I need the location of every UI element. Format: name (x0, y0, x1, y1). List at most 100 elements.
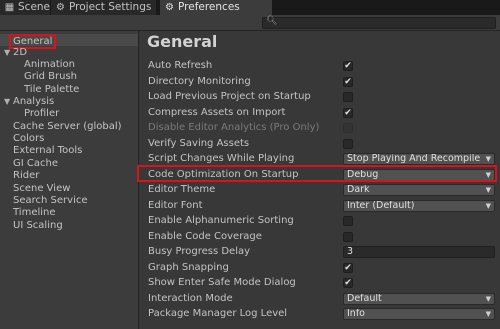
sidebar-item-animation[interactable]: Animation (0, 59, 138, 71)
sidebar-item-2d[interactable]: ▼ 2D (0, 47, 138, 59)
sidebar-item-label: 2D (13, 47, 28, 58)
setting-label: Enable Code Coverage (148, 231, 262, 242)
sidebar-item-external-tools[interactable]: External Tools (0, 145, 138, 157)
expand-arrow-icon[interactable]: ▼ (4, 96, 10, 108)
sidebar-item-label: Search Service (13, 195, 88, 206)
code-coverage-checkbox[interactable] (343, 232, 353, 242)
sidebar-item-analysis[interactable]: ▼ Analysis (0, 96, 138, 108)
tab-scene[interactable]: ▦ Scene (0, 0, 50, 15)
setting-label: Package Manager Log Level (148, 308, 288, 319)
expand-arrow-icon[interactable]: ▼ (4, 47, 10, 59)
dropdown-value: Default (347, 293, 382, 304)
page-title: General (147, 32, 218, 51)
sidebar-item-label: Animation (24, 59, 75, 70)
setting-label: Code Optimization On Startup (148, 169, 299, 180)
interaction-mode-dropdown[interactable]: Default ▼ (343, 293, 495, 305)
sidebar-item-rider[interactable]: Rider (0, 170, 138, 182)
setting-label: Directory Monitoring (148, 76, 251, 87)
setting-label: Enable Alphanumeric Sorting (148, 215, 294, 226)
sidebar-item-label: UI Scaling (13, 220, 63, 231)
chevron-down-icon: ▼ (485, 186, 491, 194)
compress-assets-checkbox[interactable]: ✔ (343, 108, 353, 118)
setting-directory-monitoring: Directory Monitoring ✔ (140, 75, 500, 90)
tab-preferences[interactable]: ⚙ Preferences (160, 0, 272, 15)
sidebar-item-label: Scene View (13, 183, 71, 194)
sidebar-item-label: External Tools (13, 145, 83, 156)
dropdown-value: Dark (347, 184, 370, 195)
sidebar-item-search-service[interactable]: Search Service (0, 195, 138, 207)
setting-disable-editor-analytics: Disable Editor Analytics (Pro Only) (140, 121, 500, 136)
setting-graph-snapping: Graph Snapping ✔ (140, 261, 500, 276)
chevron-down-icon: ▼ (485, 310, 491, 318)
sidebar-item-tile-palette[interactable]: Tile Palette (0, 84, 138, 96)
sidebar-item-scene-view[interactable]: Scene View (0, 183, 138, 195)
graph-snapping-checkbox[interactable]: ✔ (343, 263, 353, 273)
setting-code-coverage: Enable Code Coverage (140, 230, 500, 245)
tab-project-settings[interactable]: ⚙ Project Settings (51, 0, 156, 15)
setting-code-optimization: Code Optimization On Startup Debug ▼ (140, 168, 500, 183)
dropdown-value: Info (347, 308, 365, 319)
setting-label: Disable Editor Analytics (Pro Only) (148, 122, 320, 133)
scene-icon: ▦ (4, 2, 15, 13)
tab-preferences-label: Preferences (178, 1, 240, 13)
tab-bar: ▦ Scene ⚙ Project Settings ⚙ Preferences (0, 0, 500, 15)
sidebar-item-profiler[interactable]: Profiler (0, 108, 138, 120)
search-box[interactable]: 🔍︎ (262, 16, 496, 29)
alphanumeric-sorting-checkbox[interactable] (343, 216, 353, 226)
dropdown-value: Debug (347, 169, 379, 180)
sidebar-item-grid-brush[interactable]: Grid Brush (0, 71, 138, 83)
chevron-down-icon: ▼ (485, 155, 491, 163)
auto-refresh-checkbox[interactable]: ✔ (343, 61, 353, 71)
gear-icon: ⚙ (56, 2, 65, 13)
search-row: 🔍︎ (0, 15, 500, 31)
disable-editor-analytics-checkbox (343, 123, 353, 133)
dropdown-value: Inter (Default) (347, 200, 415, 211)
setting-label: Editor Theme (148, 184, 216, 195)
sidebar-item-label: GI Cache (13, 158, 58, 169)
setting-editor-font: Editor Font Inter (Default) ▼ (140, 199, 500, 214)
busy-progress-delay-field[interactable]: 3 (343, 246, 495, 258)
setting-label: Graph Snapping (148, 262, 229, 273)
sidebar-item-label: Rider (13, 170, 40, 181)
dropdown-value: Stop Playing And Recompile (347, 153, 481, 164)
chevron-down-icon: ▼ (485, 295, 491, 303)
sidebar-item-label: Colors (13, 133, 45, 144)
sidebar-item-colors[interactable]: Colors (0, 133, 138, 145)
setting-alphanumeric-sorting: Enable Alphanumeric Sorting (140, 214, 500, 229)
setting-safe-mode-dialog: Show Enter Safe Mode Dialog ✔ (140, 276, 500, 291)
general-settings-panel: General Auto Refresh ✔ Directory Monitor… (140, 31, 500, 329)
load-previous-project-checkbox[interactable] (343, 92, 353, 102)
sidebar-item-cache-server[interactable]: Cache Server (global) (0, 121, 138, 133)
setting-label: Verify Saving Assets (148, 138, 250, 149)
setting-label: Script Changes While Playing (148, 153, 295, 164)
sidebar-item-label: Timeline (13, 207, 56, 218)
tab-project-settings-label: Project Settings (69, 1, 152, 13)
safe-mode-dialog-checkbox[interactable]: ✔ (343, 278, 353, 288)
sidebar-item-label: Cache Server (global) (13, 121, 122, 132)
sidebar-item-label: Analysis (13, 96, 55, 107)
setting-busy-progress-delay: Busy Progress Delay 3 (140, 245, 500, 260)
sidebar-item-ui-scaling[interactable]: UI Scaling (0, 220, 138, 232)
editor-font-dropdown[interactable]: Inter (Default) ▼ (343, 200, 495, 212)
script-changes-dropdown[interactable]: Stop Playing And Recompile ▼ (343, 153, 495, 165)
sidebar-item-gi-cache[interactable]: GI Cache (0, 158, 138, 170)
setting-verify-saving-assets: Verify Saving Assets (140, 137, 500, 152)
sidebar-item-timeline[interactable]: Timeline (0, 207, 138, 219)
search-input[interactable] (276, 18, 491, 28)
setting-auto-refresh: Auto Refresh ✔ (140, 59, 500, 74)
package-manager-log-level-dropdown[interactable]: Info ▼ (343, 308, 495, 320)
setting-label: Show Enter Safe Mode Dialog (148, 277, 296, 288)
verify-saving-assets-checkbox[interactable] (343, 139, 353, 149)
setting-script-changes-while-playing: Script Changes While Playing Stop Playin… (140, 152, 500, 167)
setting-compress-assets: Compress Assets on Import ✔ (140, 106, 500, 121)
tab-scene-label: Scene (18, 1, 51, 13)
editor-theme-dropdown[interactable]: Dark ▼ (343, 184, 495, 196)
setting-label: Auto Refresh (148, 60, 213, 71)
setting-package-manager-log-level: Package Manager Log Level Info ▼ (140, 307, 500, 322)
sidebar-item-general[interactable]: General (0, 34, 138, 49)
preferences-sidebar: General ▼ 2D Animation Grid Brush Tile P… (0, 31, 139, 329)
code-optimization-dropdown[interactable]: Debug ▼ (343, 169, 495, 181)
setting-label: Load Previous Project on Startup (148, 91, 311, 102)
directory-monitoring-checkbox[interactable]: ✔ (343, 77, 353, 87)
setting-label: Compress Assets on Import (148, 107, 286, 118)
